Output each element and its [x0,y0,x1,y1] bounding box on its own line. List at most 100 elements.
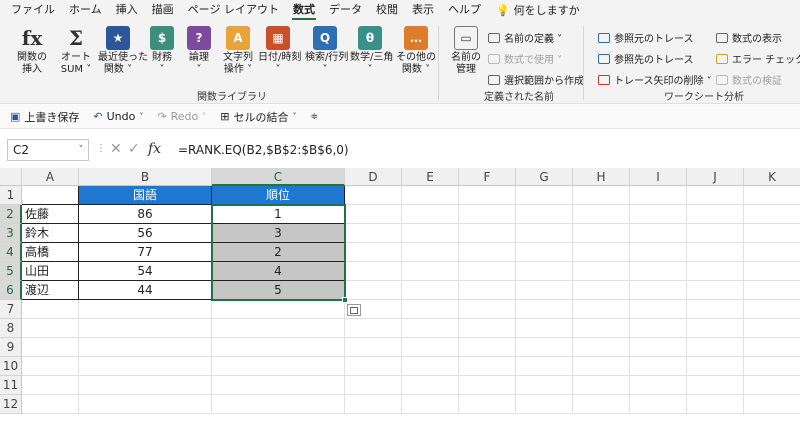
cell-a11[interactable] [22,376,79,395]
text-button[interactable]: A 文字列 操作 ˅ [218,26,258,76]
trace-precedents-button[interactable]: 参照元のトレース [598,30,694,45]
cell-i5[interactable] [630,262,687,281]
row-header-12[interactable]: 12 [0,395,22,414]
row-header-2[interactable]: 2 [0,205,22,224]
cell-c10[interactable] [212,357,345,376]
cell-d10[interactable] [345,357,402,376]
menu-tab-3[interactable]: 描画 [145,0,181,20]
formula-input[interactable]: =RANK.EQ(B2,$B$2:$B$6,0) [176,139,796,161]
cell-g1[interactable] [516,186,573,205]
cell-a7[interactable] [22,300,79,319]
row-header-8[interactable]: 8 [0,319,22,338]
cell-f8[interactable] [459,319,516,338]
cell-a12[interactable] [22,395,79,414]
cell-b6[interactable]: 44 [79,281,212,300]
cell-e12[interactable] [402,395,459,414]
cell-j2[interactable] [687,205,744,224]
row-header-9[interactable]: 9 [0,338,22,357]
cell-a5[interactable]: 山田 [22,262,79,281]
cell-h1[interactable] [573,186,630,205]
cell-e1[interactable] [402,186,459,205]
star-button[interactable]: ★ 最近使った 関数 ˅ [98,26,148,76]
cell-k7[interactable] [744,300,800,319]
cell-b7[interactable] [79,300,212,319]
cell-j12[interactable] [687,395,744,414]
undo-dropdown-icon[interactable]: ˅ [139,112,143,121]
cell-k8[interactable] [744,319,800,338]
cell-b5[interactable]: 54 [79,262,212,281]
cell-k4[interactable] [744,243,800,262]
cell-c2[interactable]: 1 [212,205,345,224]
cell-g4[interactable] [516,243,573,262]
column-header-h[interactable]: H [573,168,630,186]
cell-b10[interactable] [79,357,212,376]
cell-k5[interactable] [744,262,800,281]
cell-j7[interactable] [687,300,744,319]
cell-d5[interactable] [345,262,402,281]
cell-j11[interactable] [687,376,744,395]
cell-b4[interactable]: 77 [79,243,212,262]
worksheet-grid[interactable]: A B C D E F G H I J K 1 2 3 4 5 6 7 8 9 10 11 12 国語 順位 佐藤 86 1 鈴木 56 3… [0,168,800,428]
column-header-c[interactable]: C [212,168,345,186]
cell-h5[interactable] [573,262,630,281]
cell-k1[interactable] [744,186,800,205]
finance-button[interactable]: $ 財務 ˅ [142,26,182,76]
cell-b2[interactable]: 86 [79,205,212,224]
cell-k11[interactable] [744,376,800,395]
cell-g8[interactable] [516,319,573,338]
row-header-4[interactable]: 4 [0,243,22,262]
cell-c5[interactable]: 4 [212,262,345,281]
cell-i3[interactable] [630,224,687,243]
cell-d12[interactable] [345,395,402,414]
formula-bar-more-icon[interactable]: ⋮ [96,143,106,154]
cell-g9[interactable] [516,338,573,357]
show-formulas-button[interactable]: 数式の表示 [716,30,782,45]
cell-c1[interactable]: 順位 [212,186,345,205]
cell-h6[interactable] [573,281,630,300]
cell-g12[interactable] [516,395,573,414]
cell-k10[interactable] [744,357,800,376]
column-header-d[interactable]: D [345,168,402,186]
cell-i8[interactable] [630,319,687,338]
column-header-j[interactable]: J [687,168,744,186]
cell-f3[interactable] [459,224,516,243]
cell-c7[interactable] [212,300,345,319]
cell-i4[interactable] [630,243,687,262]
cell-f2[interactable] [459,205,516,224]
cell-k3[interactable] [744,224,800,243]
menu-tab-4[interactable]: ページ レイアウト [181,0,286,20]
menu-tab-9[interactable]: ヘルプ [441,0,488,20]
row-header-7[interactable]: 7 [0,300,22,319]
cell-i6[interactable] [630,281,687,300]
cell-e7[interactable] [402,300,459,319]
fx-button[interactable]: fx 関数の 挿入 [12,26,52,76]
fill-handle[interactable] [342,297,348,303]
cell-b1[interactable]: 国語 [79,186,212,205]
cell-h7[interactable] [573,300,630,319]
cell-j5[interactable] [687,262,744,281]
column-header-k[interactable]: K [744,168,800,186]
cell-e6[interactable] [402,281,459,300]
sum-button[interactable]: Σ オート SUM ˅ [56,26,96,76]
cell-j3[interactable] [687,224,744,243]
menu-tab-6[interactable]: データ [322,0,369,20]
cell-h3[interactable] [573,224,630,243]
cell-e3[interactable] [402,224,459,243]
menu-tab-2[interactable]: 挿入 [109,0,145,20]
cell-i11[interactable] [630,376,687,395]
more-functions-button[interactable]: … その他の 関数 ˅ [396,26,436,76]
cell-c12[interactable] [212,395,345,414]
menu-tab-8[interactable]: 表示 [405,0,441,20]
cell-d2[interactable] [345,205,402,224]
cell-j10[interactable] [687,357,744,376]
insert-function-icon[interactable]: fx [148,141,161,157]
evaluate-formula-button[interactable]: 数式の検証 [716,72,782,87]
quick-analysis-icon[interactable] [347,304,361,316]
cell-e5[interactable] [402,262,459,281]
cell-f6[interactable] [459,281,516,300]
cell-k6[interactable] [744,281,800,300]
remove-arrows-button[interactable]: トレース矢印の削除 ˅ [598,72,712,87]
select-all-corner[interactable] [0,168,22,186]
cell-e2[interactable] [402,205,459,224]
enter-icon[interactable]: ✓ [128,141,140,157]
